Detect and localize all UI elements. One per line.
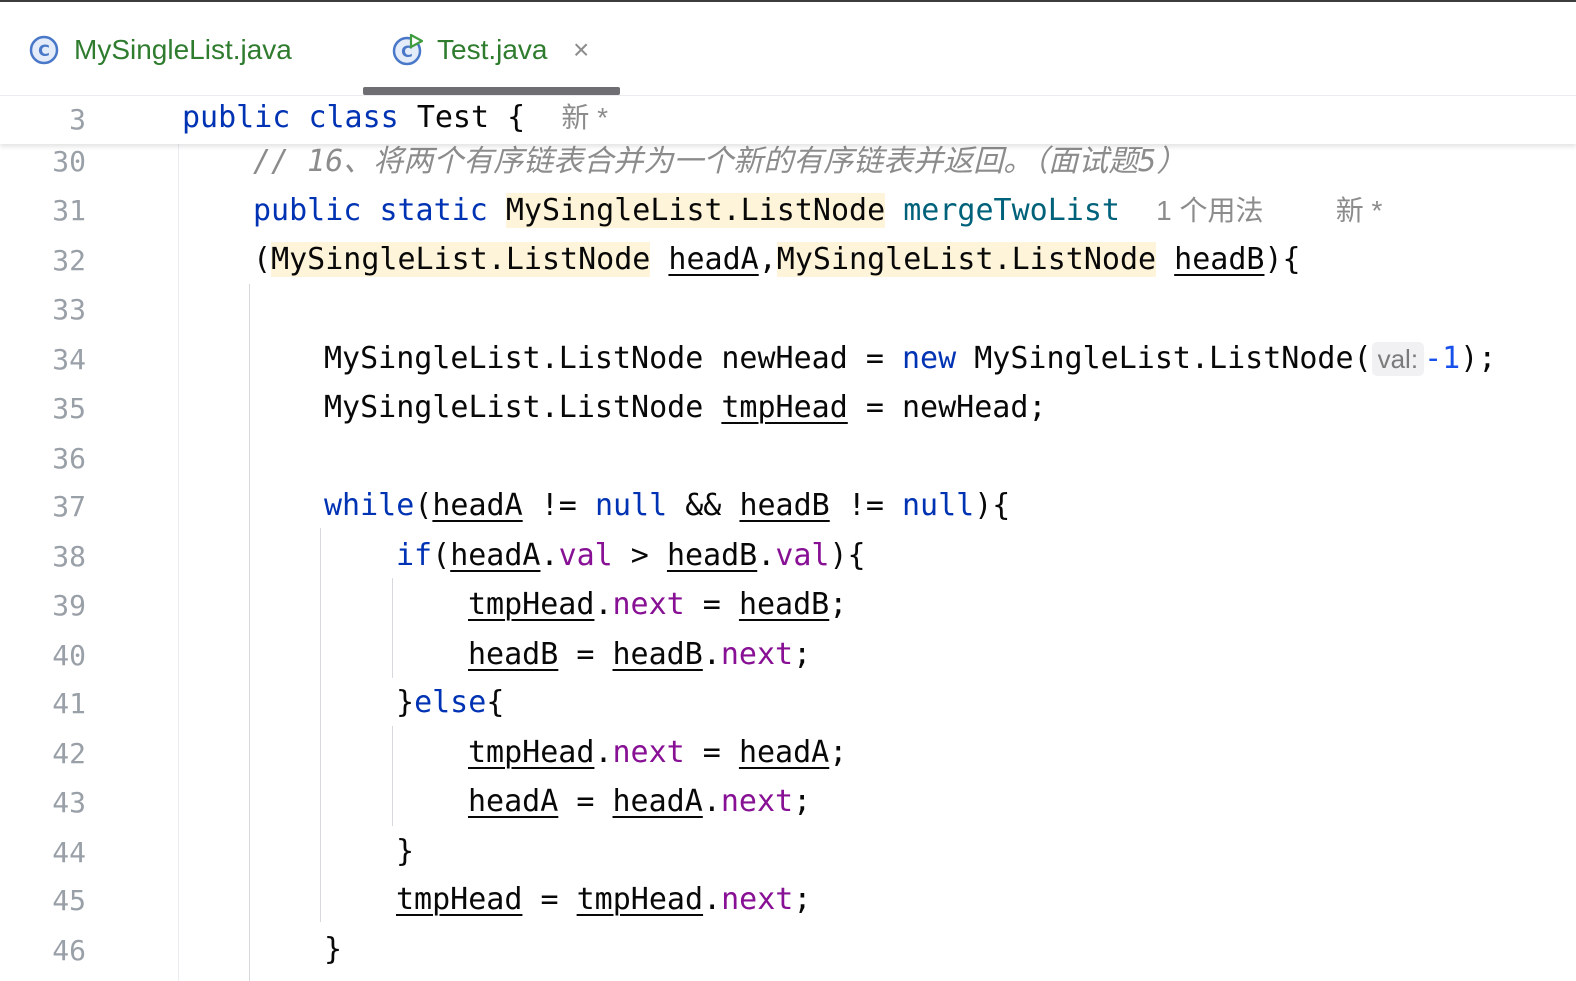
line-number: 43 bbox=[52, 786, 86, 819]
line-number: 46 bbox=[52, 934, 86, 967]
code-line: MySingleList.ListNode tmpHead = newHead; bbox=[324, 390, 1047, 425]
line-number: 3 bbox=[69, 103, 86, 136]
method-signature: public static MySingleList.ListNode merg… bbox=[253, 193, 1383, 228]
code-editor[interactable]: 30 31 32 33 34 35 36 37 38 39 40 41 42 4… bbox=[0, 144, 1576, 981]
code-line: headA = headA.next; bbox=[468, 784, 812, 819]
line-number: 33 bbox=[52, 293, 86, 326]
code-line: while(headA != null && headB != null){ bbox=[324, 488, 1011, 523]
author-badge: 新 * bbox=[561, 102, 608, 133]
code-line: tmpHead.next = headA; bbox=[468, 735, 848, 770]
code-line: tmpHead.next = headB; bbox=[468, 587, 848, 622]
code-line: MySingleList.ListNode newHead = new MySi… bbox=[324, 341, 1497, 376]
code-line: headB = headB.next; bbox=[468, 637, 812, 672]
class-icon: C bbox=[29, 35, 59, 65]
line-number: 38 bbox=[52, 540, 86, 573]
code-line: } bbox=[324, 932, 343, 967]
usage-count: 1 个用法 bbox=[1156, 195, 1264, 226]
close-icon[interactable]: × bbox=[573, 32, 589, 68]
line-number: 31 bbox=[52, 194, 86, 227]
line-number: 30 bbox=[52, 145, 86, 178]
line-number: 45 bbox=[52, 884, 86, 917]
parameter-hint: val: bbox=[1371, 342, 1425, 376]
class-run-icon: C bbox=[392, 34, 423, 66]
line-number: 36 bbox=[52, 442, 86, 475]
line-number: 37 bbox=[52, 490, 86, 523]
editor-tab-bar: C MySingleList.java C Test.java × bbox=[0, 2, 1576, 96]
code-comment: // 16、将两个有序链表合并为一个新的有序链表并返回。（面试题5） bbox=[253, 144, 1187, 179]
line-number: 34 bbox=[52, 343, 86, 376]
tab-test[interactable]: C Test.java × bbox=[385, 2, 625, 95]
tab-label: MySingleList.java bbox=[74, 34, 292, 65]
tab-mysinglelist[interactable]: C MySingleList.java bbox=[22, 2, 322, 95]
code-line: }else{ bbox=[396, 685, 505, 720]
code-line: if(headA.val > headB.val){ bbox=[396, 538, 866, 573]
line-number: 35 bbox=[52, 392, 86, 425]
line-number: 44 bbox=[52, 836, 86, 869]
code-line: tmpHead = tmpHead.next; bbox=[396, 882, 812, 917]
author-badge: 新 * bbox=[1335, 195, 1383, 226]
method-parameters: (MySingleList.ListNode headA,MySingleLis… bbox=[253, 242, 1301, 277]
sticky-class-declaration: public class Test { 新 * bbox=[182, 100, 608, 135]
active-tab-indicator bbox=[363, 87, 620, 95]
sticky-header-line: 3 public class Test { 新 * bbox=[0, 96, 1576, 144]
tab-label: Test.java bbox=[437, 34, 548, 65]
line-number: 40 bbox=[52, 639, 86, 672]
line-number: 39 bbox=[52, 589, 86, 622]
code-line: } bbox=[396, 834, 415, 869]
line-number: 41 bbox=[52, 687, 86, 720]
svg-text:C: C bbox=[38, 41, 50, 60]
line-number: 32 bbox=[52, 244, 86, 277]
line-number: 42 bbox=[52, 737, 86, 770]
